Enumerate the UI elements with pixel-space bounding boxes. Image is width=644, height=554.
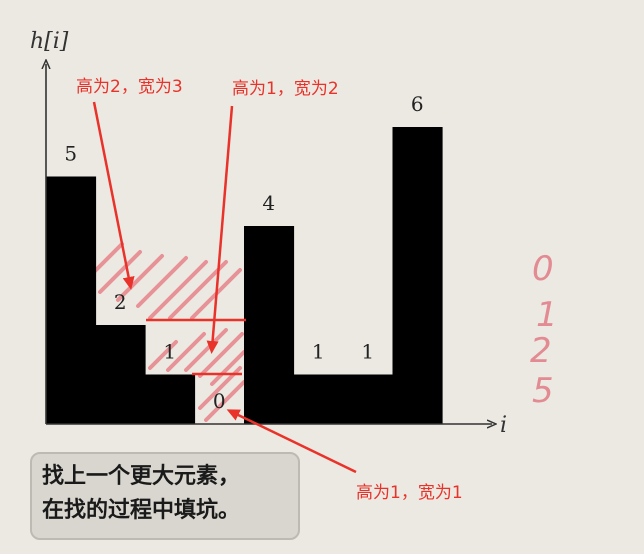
bar-label-4: 4 xyxy=(262,191,275,215)
y-axis-label: h[i] xyxy=(30,29,69,54)
bar-label-1: 2 xyxy=(114,290,127,314)
caption-line-1: 找上一个更大元素， xyxy=(42,464,241,489)
bar-2 xyxy=(145,374,196,424)
caption-line-2: 在找的过程中填坑。 xyxy=(42,498,241,523)
handwritten-digit-0: 0 xyxy=(532,249,554,289)
handwritten-digit-2: 2 xyxy=(530,331,552,371)
bar-label-3: 0 xyxy=(213,389,226,413)
annotation-label-a: 高为2，宽为3 xyxy=(76,77,183,97)
bar-label-7: 6 xyxy=(411,92,424,116)
bar-label-2: 1 xyxy=(163,340,176,364)
bar-7 xyxy=(392,127,443,424)
annotation-label-c: 高为1，宽为1 xyxy=(356,483,463,503)
bar-label-5: 1 xyxy=(312,340,325,364)
bar-0 xyxy=(46,176,97,424)
diagram-stage: 52104116 h[i] i 高为2，宽为3 高为1，宽为2 高为1，宽为1 … xyxy=(0,0,644,554)
handwritten-digit-1: 1 xyxy=(536,295,558,335)
caption-box: 找上一个更大元素， 在找的过程中填坑。 xyxy=(30,452,300,540)
bar-6 xyxy=(343,374,394,424)
bar-label-0: 5 xyxy=(64,142,77,166)
bar-group xyxy=(46,127,443,424)
annotation-arrow-b xyxy=(206,105,234,354)
bar-4 xyxy=(244,226,295,424)
bar-1 xyxy=(95,325,146,424)
bar-label-6: 1 xyxy=(361,340,374,364)
bar-5 xyxy=(293,374,344,424)
handwritten-digit-3: 5 xyxy=(532,371,554,411)
x-axis-label: i xyxy=(500,413,507,438)
annotation-label-b: 高为1，宽为2 xyxy=(232,79,339,99)
